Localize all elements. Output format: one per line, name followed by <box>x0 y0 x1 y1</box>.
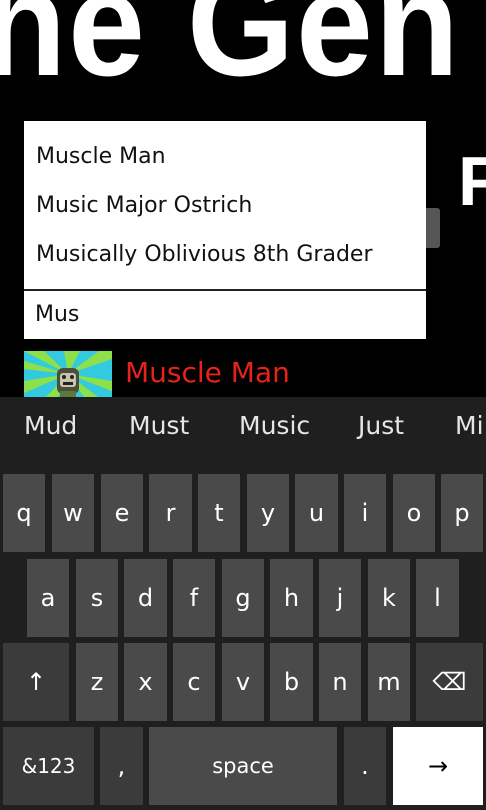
arrow-right-icon: → <box>427 752 449 780</box>
key-o[interactable]: o <box>393 474 435 552</box>
suggestion-item[interactable]: Muscle Man <box>36 137 166 177</box>
key-s[interactable]: s <box>76 559 118 637</box>
key-b[interactable]: b <box>270 643 313 721</box>
search-input[interactable] <box>24 291 426 337</box>
key-w[interactable]: w <box>52 474 94 552</box>
character-thumbnail[interactable] <box>24 351 112 397</box>
key-r[interactable]: r <box>149 474 192 552</box>
space-key[interactable]: space <box>149 727 337 805</box>
key-h[interactable]: h <box>270 559 313 637</box>
background-title: F <box>458 142 486 220</box>
numbers-key[interactable]: &123 <box>3 727 94 805</box>
word-suggestion[interactable]: Mi <box>455 411 484 440</box>
word-suggestion[interactable]: Just <box>358 411 404 440</box>
key-x[interactable]: x <box>124 643 167 721</box>
banner-title: he Gen <box>0 0 461 92</box>
key-u[interactable]: u <box>295 474 338 552</box>
key-n[interactable]: n <box>319 643 361 721</box>
period-key[interactable]: . <box>344 727 386 805</box>
on-screen-keyboard: Mud Must Music Just Mi q w e r t y u i o… <box>0 397 486 810</box>
key-p[interactable]: p <box>441 474 483 552</box>
key-q[interactable]: q <box>3 474 45 552</box>
word-suggestion[interactable]: Mud <box>24 411 77 440</box>
word-suggestion[interactable]: Music <box>239 411 310 440</box>
key-k[interactable]: k <box>368 559 410 637</box>
search-field <box>24 289 426 339</box>
key-j[interactable]: j <box>319 559 361 637</box>
key-v[interactable]: v <box>222 643 264 721</box>
word-suggestion[interactable]: Must <box>129 411 189 440</box>
key-f[interactable]: f <box>173 559 215 637</box>
shift-icon: ↑ <box>25 668 47 696</box>
key-l[interactable]: l <box>416 559 459 637</box>
autocomplete-list: Muscle Man Music Major Ostrich Musically… <box>24 121 426 289</box>
key-c[interactable]: c <box>173 643 215 721</box>
key-a[interactable]: a <box>27 559 69 637</box>
key-d[interactable]: d <box>124 559 167 637</box>
result-title[interactable]: Muscle Man <box>125 356 290 389</box>
show-banner: he Gen <box>0 0 486 92</box>
key-t[interactable]: t <box>198 474 240 552</box>
backspace-icon: ⌫ <box>432 668 467 696</box>
comma-key[interactable]: , <box>100 727 143 805</box>
suggestion-item[interactable]: Music Major Ostrich <box>36 186 252 226</box>
key-i[interactable]: i <box>344 474 386 552</box>
key-m[interactable]: m <box>368 643 410 721</box>
key-y[interactable]: y <box>247 474 289 552</box>
shift-key[interactable]: ↑ <box>3 643 69 721</box>
key-g[interactable]: g <box>222 559 264 637</box>
backspace-key[interactable]: ⌫ <box>416 643 483 721</box>
key-e[interactable]: e <box>101 474 143 552</box>
key-z[interactable]: z <box>76 643 118 721</box>
suggestion-item[interactable]: Musically Oblivious 8th Grader <box>36 235 373 275</box>
word-suggestion-bar: Mud Must Music Just Mi <box>0 397 486 465</box>
enter-key[interactable]: → <box>393 727 483 805</box>
character-image <box>24 351 112 397</box>
